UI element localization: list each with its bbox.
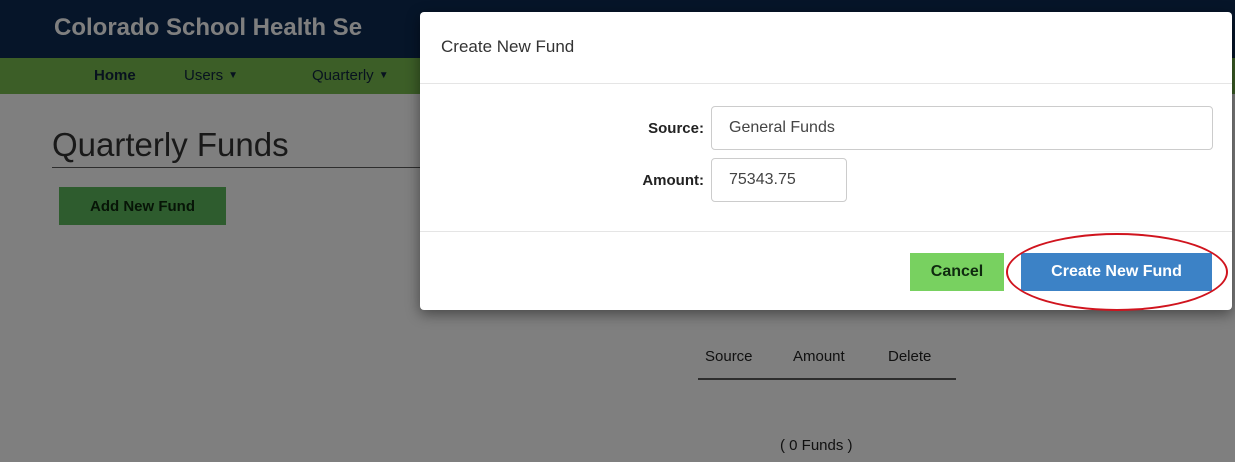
amount-input[interactable]: [711, 158, 847, 202]
app-page: Colorado School Health Se Home Users▼ Qu…: [0, 0, 1235, 462]
modal-title: Create New Fund: [441, 37, 575, 56]
source-input[interactable]: [711, 106, 1213, 150]
create-new-fund-button[interactable]: Create New Fund: [1021, 253, 1212, 291]
modal-header: Create New Fund: [420, 12, 1232, 84]
modal-footer-divider: [420, 231, 1232, 232]
source-label: Source:: [648, 120, 704, 137]
cancel-button[interactable]: Cancel: [910, 253, 1004, 291]
create-fund-modal: Create New Fund Source: Amount: Cancel C…: [420, 12, 1232, 310]
amount-label: Amount:: [642, 172, 704, 189]
